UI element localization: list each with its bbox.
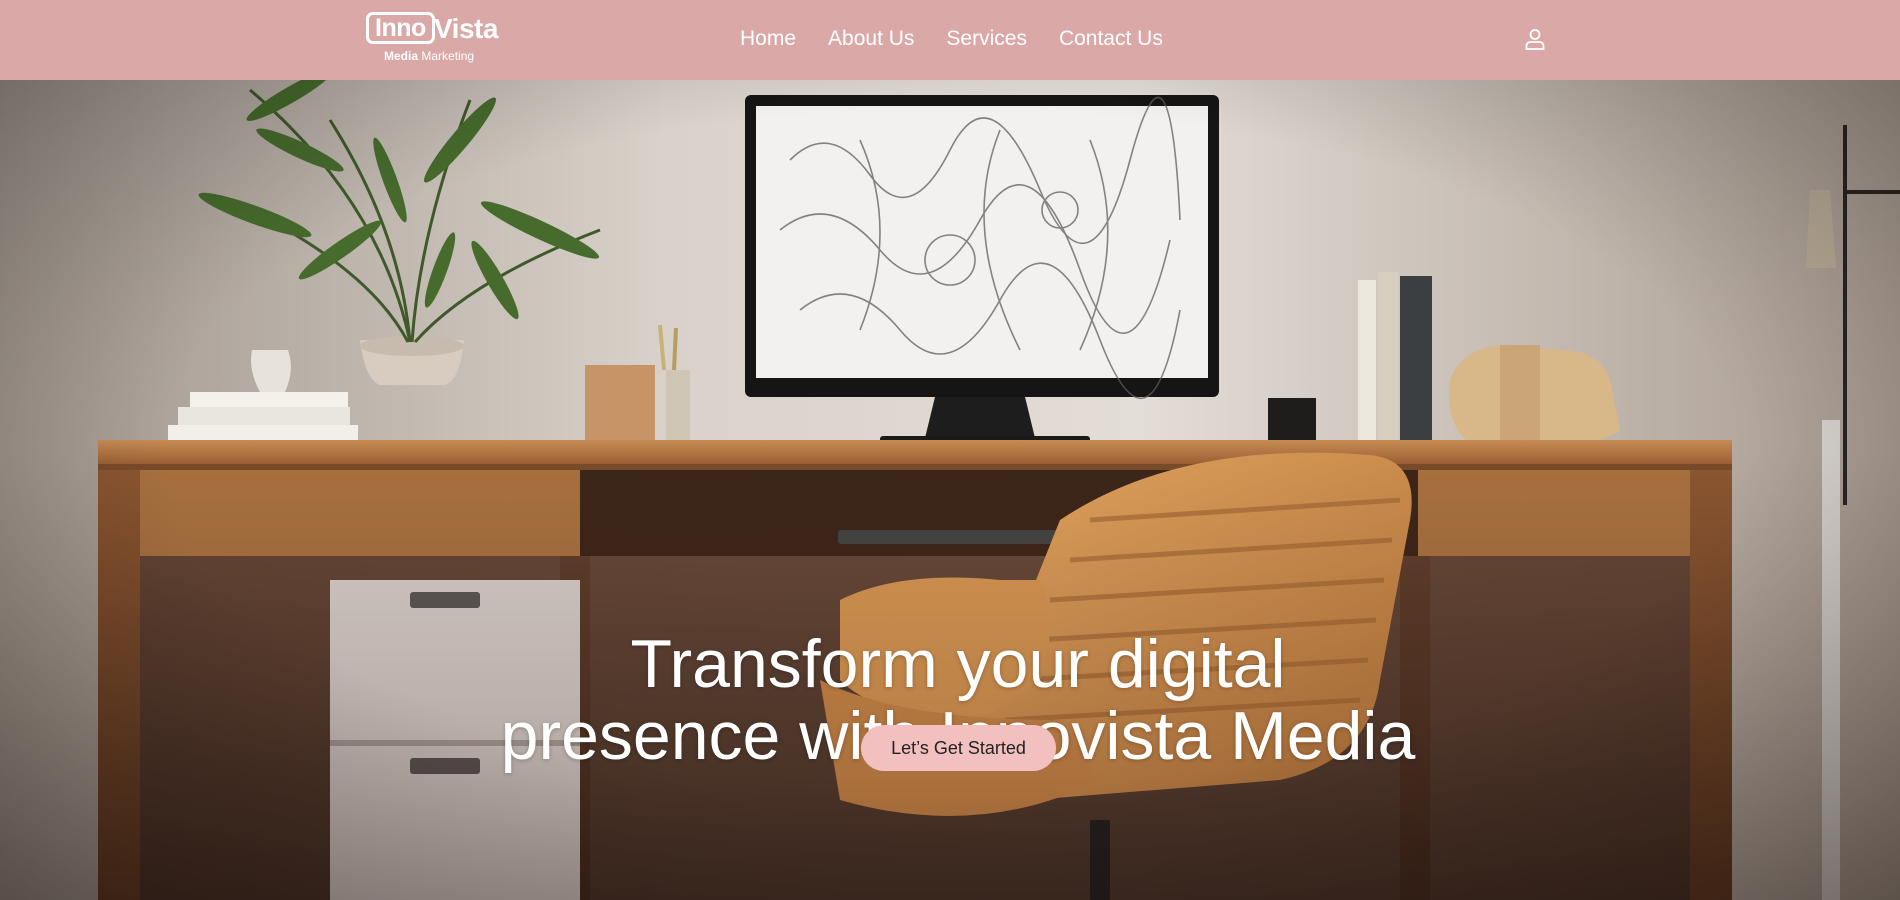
brand-logo[interactable]: Inno Vista Media Marketing xyxy=(366,12,498,64)
nav-item-contact-us[interactable]: Contact Us xyxy=(1059,27,1163,51)
logo-mark: Inno xyxy=(366,12,435,44)
hero-overlay xyxy=(0,80,1900,900)
hero-title-line-1: Transform your digital xyxy=(630,626,1286,702)
logo-primary-text: Inno xyxy=(375,13,426,42)
nav-item-about-us[interactable]: About Us xyxy=(828,27,914,51)
logo-tagline: Media Marketing xyxy=(384,49,474,63)
nav-item-home[interactable]: Home xyxy=(740,27,796,51)
logo-secondary-text: Vista xyxy=(434,13,498,44)
hero-section: Transform your digital presence with Inn… xyxy=(0,80,1900,900)
get-started-button[interactable]: Let’s Get Started xyxy=(861,725,1056,771)
site-header: Inno Vista Media Marketing Home About Us… xyxy=(0,0,1900,80)
user-icon[interactable] xyxy=(1523,27,1547,51)
nav-item-services[interactable]: Services xyxy=(946,27,1027,51)
logo-tagline-rest: Marketing xyxy=(418,49,475,63)
main-nav: Home About Us Services Contact Us xyxy=(740,0,1195,78)
logo-tagline-bold: Media xyxy=(384,49,419,63)
